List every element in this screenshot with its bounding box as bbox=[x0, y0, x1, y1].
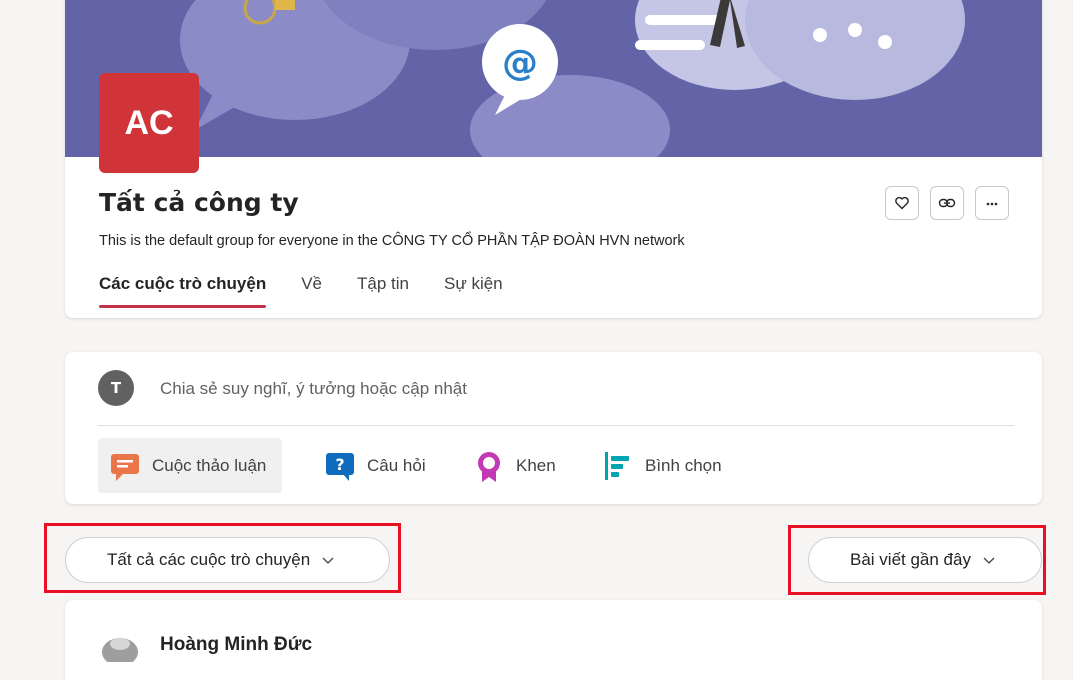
group-title: Tất cả công ty bbox=[99, 188, 299, 217]
post-type-question[interactable]: ? Câu hỏi bbox=[323, 438, 426, 493]
praise-icon bbox=[478, 451, 500, 482]
post-composer-card: T Chia sẻ suy nghĩ, ý tưởng hoặc cập nhậ… bbox=[65, 352, 1042, 504]
question-icon: ? bbox=[326, 452, 354, 481]
composer-input[interactable]: Chia sẻ suy nghĩ, ý tưởng hoặc cập nhật bbox=[160, 379, 467, 399]
svg-text:@: @ bbox=[502, 43, 538, 84]
more-options-button[interactable] bbox=[975, 186, 1009, 220]
heart-icon bbox=[895, 196, 909, 210]
tab-conversations[interactable]: Các cuộc trò chuyện bbox=[99, 274, 267, 308]
post-type-poll[interactable]: Bình chọn bbox=[601, 438, 722, 493]
group-description: This is the default group for everyone i… bbox=[99, 233, 685, 249]
tab-about[interactable]: Về bbox=[301, 274, 322, 308]
post-type-poll-label: Bình chọn bbox=[645, 455, 722, 475]
group-avatar: AC bbox=[99, 73, 199, 173]
svg-text:?: ? bbox=[335, 455, 344, 474]
group-tabs: Các cuộc trò chuyện Về Tập tin Sự kiện bbox=[99, 274, 538, 308]
author-avatar bbox=[102, 638, 138, 662]
post-type-praise[interactable]: Khen bbox=[472, 438, 556, 493]
post-type-discussion-label: Cuộc thảo luận bbox=[152, 455, 267, 475]
tab-events[interactable]: Sự kiện bbox=[444, 274, 503, 308]
copy-link-button[interactable] bbox=[930, 186, 964, 220]
group-banner: @ bbox=[65, 0, 1042, 157]
composer-divider bbox=[98, 425, 1014, 426]
user-avatar: T bbox=[98, 370, 134, 406]
favorite-button[interactable] bbox=[885, 186, 919, 220]
post-type-question-label: Câu hỏi bbox=[367, 455, 426, 475]
post-author-name[interactable]: Hoàng Minh Đức bbox=[160, 634, 312, 656]
poll-icon bbox=[605, 451, 629, 480]
tab-files[interactable]: Tập tin bbox=[357, 274, 409, 308]
highlight-box-conversations-filter bbox=[44, 523, 401, 593]
more-icon bbox=[986, 202, 998, 206]
discussion-icon bbox=[111, 453, 139, 481]
post-type-praise-label: Khen bbox=[516, 455, 556, 475]
highlight-box-sort-filter bbox=[788, 525, 1046, 595]
post-type-discussion[interactable]: Cuộc thảo luận bbox=[98, 438, 283, 493]
group-header-card: @ AC Tất cả công ty This is the default … bbox=[65, 0, 1042, 318]
link-icon bbox=[938, 198, 956, 208]
post-card: Hoàng Minh Đức bbox=[65, 600, 1042, 680]
banner-illustration: @ bbox=[180, 0, 965, 157]
